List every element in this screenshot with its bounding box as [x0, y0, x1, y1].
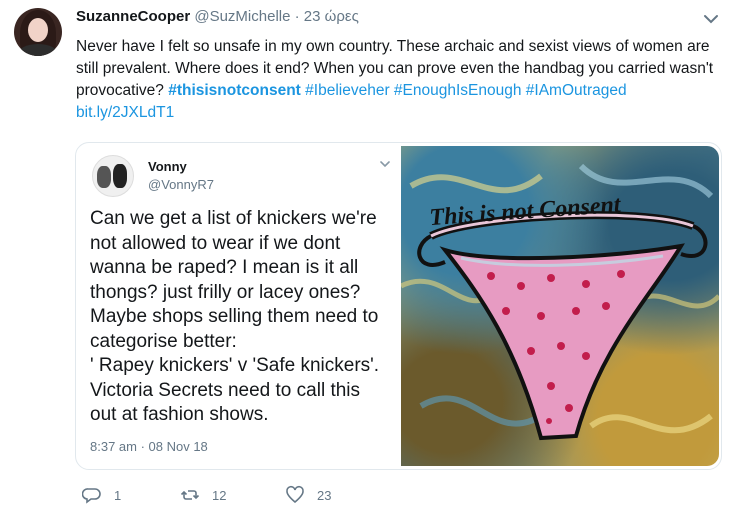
separator: ·: [294, 8, 300, 25]
quoted-text: Can we get a list of knickers we're not …: [90, 208, 380, 425]
handle[interactable]: @SuzMichelle: [194, 8, 290, 25]
hashtag[interactable]: #EnoughIsEnough: [394, 82, 522, 99]
reply-count: 1: [114, 487, 122, 503]
hashtag[interactable]: #IAmOutraged: [526, 82, 627, 99]
artwork-caption: This is not Consent: [429, 192, 623, 231]
retweet-button[interactable]: 12: [180, 484, 226, 506]
like-count: 23: [317, 487, 332, 503]
quoted-avatar[interactable]: [92, 155, 134, 197]
hashtag[interactable]: #thisisnotconsent: [168, 82, 301, 99]
tweet-header: SuzanneCooper @SuzMichelle · 23 ώρες: [76, 8, 359, 25]
timestamp[interactable]: 23 ώρες: [304, 8, 359, 25]
retweet-count: 12: [212, 487, 227, 503]
reply-button[interactable]: 1: [82, 484, 121, 506]
link[interactable]: bit.ly/2JXLdT1: [76, 104, 174, 121]
tweet-text: Never have I felt so unsafe in my own co…: [76, 36, 716, 124]
display-name[interactable]: SuzanneCooper: [76, 8, 190, 25]
like-icon: [286, 485, 304, 504]
reply-icon: [82, 488, 101, 504]
chevron-down-icon[interactable]: [379, 159, 391, 169]
avatar[interactable]: [14, 8, 62, 56]
retweet-icon: [180, 490, 200, 500]
quoted-tweet-card[interactable]: Vonny @VonnyR7 Can we get a list of knic…: [75, 142, 722, 470]
quoted-display-name[interactable]: Vonny: [148, 159, 187, 174]
chevron-down-icon[interactable]: [703, 12, 719, 26]
quoted-image[interactable]: This is not Consent: [401, 146, 719, 466]
hashtag[interactable]: #Ibelieveher: [305, 82, 389, 99]
artwork-underwear: This is not Consent: [401, 163, 719, 441]
quoted-timestamp[interactable]: 8:37 am · 08 Nov 18: [90, 439, 208, 454]
like-button[interactable]: 23: [285, 484, 331, 506]
quoted-handle[interactable]: @VonnyR7: [148, 177, 214, 192]
